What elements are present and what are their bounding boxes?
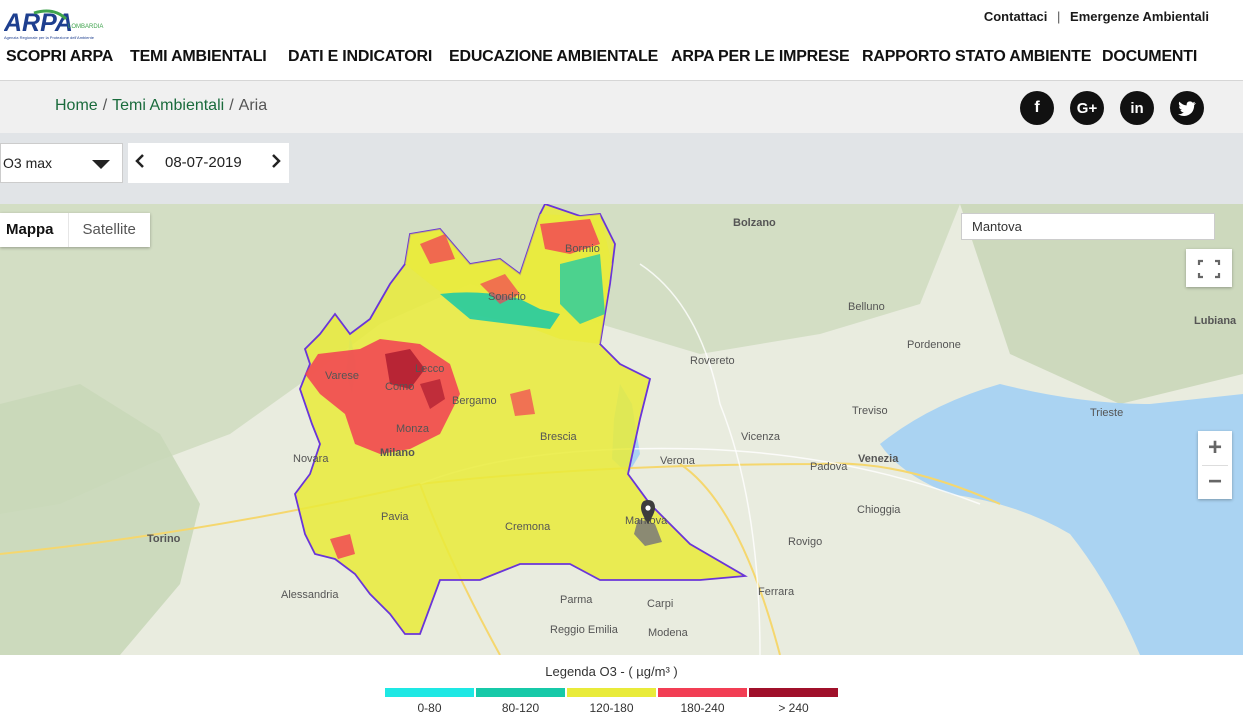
map-type-mappa[interactable]: Mappa <box>0 213 68 247</box>
map-label-trieste: Trieste <box>1090 407 1123 419</box>
nav-scopri-arpa[interactable]: SCOPRI ARPA <box>6 48 113 66</box>
zoom-out-button[interactable]: − <box>1198 465 1232 499</box>
main-nav: SCOPRI ARPA TEMI AMBIENTALI DATI E INDIC… <box>0 44 1243 81</box>
current-date: 08-07-2019 <box>165 154 242 171</box>
nav-educazione-ambientale[interactable]: EDUCAZIONE AMBIENTALE <box>449 48 658 66</box>
breadcrumb-current: Aria <box>238 97 268 114</box>
map-label-milano: Milano <box>380 447 415 459</box>
legend: 0-80 80-120 120-180 180-240 > 240 <box>385 688 840 715</box>
map-label-sondrio: Sondrio <box>488 291 526 303</box>
location-search-input[interactable] <box>961 213 1215 240</box>
nav-dati-indicatori[interactable]: DATI E INDICATORI <box>288 48 432 66</box>
map-label-bolzano: Bolzano <box>733 217 776 229</box>
legend-item: 0-80 <box>385 688 474 715</box>
breadcrumb: Home / Temi Ambientali / Aria <box>55 97 267 115</box>
legend-swatch <box>385 688 474 697</box>
map-label-lecco: Lecco <box>415 363 444 375</box>
contact-link[interactable]: Contattaci <box>984 9 1048 24</box>
legend-swatch <box>567 688 656 697</box>
facebook-icon[interactable]: f <box>1020 91 1054 125</box>
map-label-treviso: Treviso <box>852 405 888 417</box>
nav-arpa-imprese[interactable]: ARPA PER LE IMPRESE <box>671 48 850 66</box>
fullscreen-icon[interactable] <box>1186 249 1232 287</box>
legend-item: 120-180 <box>567 688 656 715</box>
legend-item: 80-120 <box>476 688 565 715</box>
map-label-ferrara: Ferrara <box>758 586 795 598</box>
map-label-chioggia: Chioggia <box>857 504 901 516</box>
legend-swatch <box>658 688 747 697</box>
legend-label: 180-240 <box>680 701 725 715</box>
map-type-satellite[interactable]: Satellite <box>67 213 150 247</box>
legend-item: 180-240 <box>658 688 747 715</box>
map-label-brescia: Brescia <box>540 431 578 443</box>
nav-rapporto-stato-ambiente[interactable]: RAPPORTO STATO AMBIENTE <box>862 48 1091 66</box>
legend-label: 80-120 <box>501 701 540 715</box>
map-type-toggle: Mappa Satellite <box>0 213 150 247</box>
map-label-belluno: Belluno <box>848 301 885 313</box>
map-label-cremona: Cremona <box>505 521 551 533</box>
map-label-rovereto: Rovereto <box>690 355 735 367</box>
map-label-pordenone: Pordenone <box>907 339 961 351</box>
arpa-logo[interactable]: ARPA LOMBARDIA Agenzia Regionale per la … <box>3 9 108 43</box>
map-label-pavia: Pavia <box>381 511 409 523</box>
breadcrumb-home[interactable]: Home <box>55 97 98 114</box>
map-label-alessandria: Alessandria <box>281 589 339 601</box>
logo-sub: LOMBARDIA <box>68 24 103 30</box>
map-label-vicenza: Vicenza <box>741 431 781 443</box>
top-links: Contattaci | Emergenze Ambientali <box>984 9 1209 24</box>
twitter-bird-icon <box>1178 100 1196 116</box>
pollutant-select[interactable]: O3 max <box>0 143 123 183</box>
map-label-lubiana: Lubiana <box>1194 315 1237 327</box>
map-label-padova: Padova <box>810 461 848 473</box>
map-label-bergamo: Bergamo <box>452 395 497 407</box>
logo-tagline: Agenzia Regionale per la Protezione dell… <box>4 35 95 40</box>
breadcrumb-separator: / <box>102 97 108 114</box>
date-picker: 08-07-2019 <box>128 143 289 183</box>
pollutant-select-value: O3 max <box>3 155 53 171</box>
breadcrumb-separator: / <box>229 97 234 114</box>
prev-date-icon[interactable] <box>135 154 145 172</box>
map-canvas: Milano Monza Bergamo Brescia Cremona Pav… <box>0 204 1243 655</box>
map-label-rovigo: Rovigo <box>788 536 822 548</box>
nav-temi-ambientali[interactable]: TEMI AMBIENTALI <box>130 48 267 66</box>
map-label-verona: Verona <box>660 455 696 467</box>
map-label-bormio: Bormio <box>565 243 600 255</box>
map-label-torino: Torino <box>147 533 181 545</box>
twitter-icon[interactable] <box>1170 91 1204 125</box>
top-links-separator: | <box>1057 9 1061 24</box>
map-label-como: Como <box>385 381 414 393</box>
nav-documenti[interactable]: DOCUMENTI <box>1102 48 1197 66</box>
logo-graphic: ARPA LOMBARDIA Agenzia Regionale per la … <box>3 9 103 40</box>
legend-label: 120-180 <box>589 701 634 715</box>
map-label-reggio-emilia: Reggio Emilia <box>550 624 619 636</box>
map-label-novara: Novara <box>293 453 329 465</box>
map-label-carpi: Carpi <box>647 598 673 610</box>
map-view[interactable]: Milano Monza Bergamo Brescia Cremona Pav… <box>0 204 1243 655</box>
chevron-down-icon <box>92 160 110 169</box>
map-label-modena: Modena <box>648 627 689 639</box>
legend-item: > 240 <box>749 688 838 715</box>
breadcrumb-section[interactable]: Temi Ambientali <box>112 97 224 114</box>
legend-label: > 240 <box>778 701 809 715</box>
zoom-controls: + − <box>1198 431 1232 499</box>
map-label-monza: Monza <box>396 423 430 435</box>
map-label-venezia: Venezia <box>858 453 899 465</box>
breadcrumb-bar: Home / Temi Ambientali / Aria f G+ in <box>0 81 1243 133</box>
emergency-link[interactable]: Emergenze Ambientali <box>1070 9 1209 24</box>
legend-swatch <box>749 688 838 697</box>
next-date-icon[interactable] <box>271 154 281 172</box>
legend-label: 0-80 <box>417 701 442 715</box>
zoom-in-button[interactable]: + <box>1198 431 1232 465</box>
map-label-parma: Parma <box>560 594 593 606</box>
map-controls-bar: O3 max 08-07-2019 <box>0 133 1243 204</box>
linkedin-icon[interactable]: in <box>1120 91 1154 125</box>
legend-swatch <box>476 688 565 697</box>
legend-title: Legenda O3 - ( µg/m³ ) <box>545 664 678 679</box>
map-label-varese: Varese <box>325 370 359 382</box>
google-plus-icon[interactable]: G+ <box>1070 91 1104 125</box>
